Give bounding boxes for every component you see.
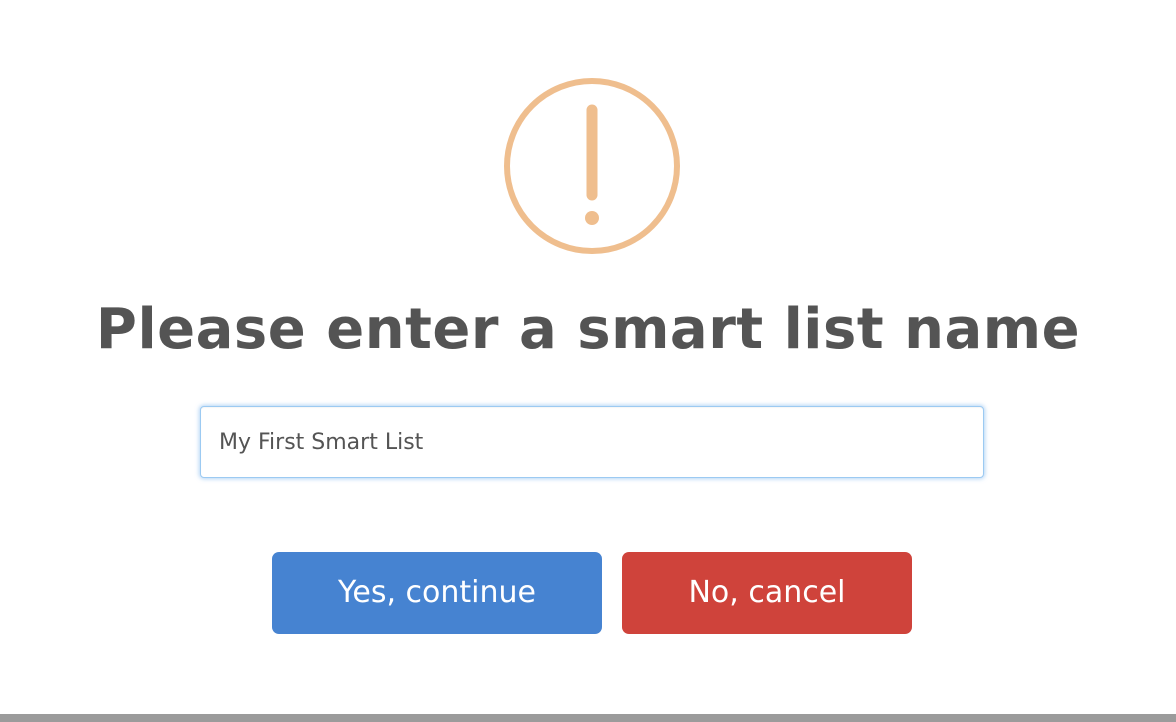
smart-list-name-input[interactable] (200, 406, 984, 478)
dialog-title: Please enter a smart list name (95, 297, 1081, 362)
warning-icon (503, 77, 681, 255)
smart-list-name-dialog: Please enter a smart list name Yes, cont… (0, 0, 1176, 714)
bottom-divider (0, 714, 1176, 722)
no-cancel-button[interactable]: No, cancel (622, 552, 912, 634)
yes-continue-button[interactable]: Yes, continue (272, 552, 602, 634)
